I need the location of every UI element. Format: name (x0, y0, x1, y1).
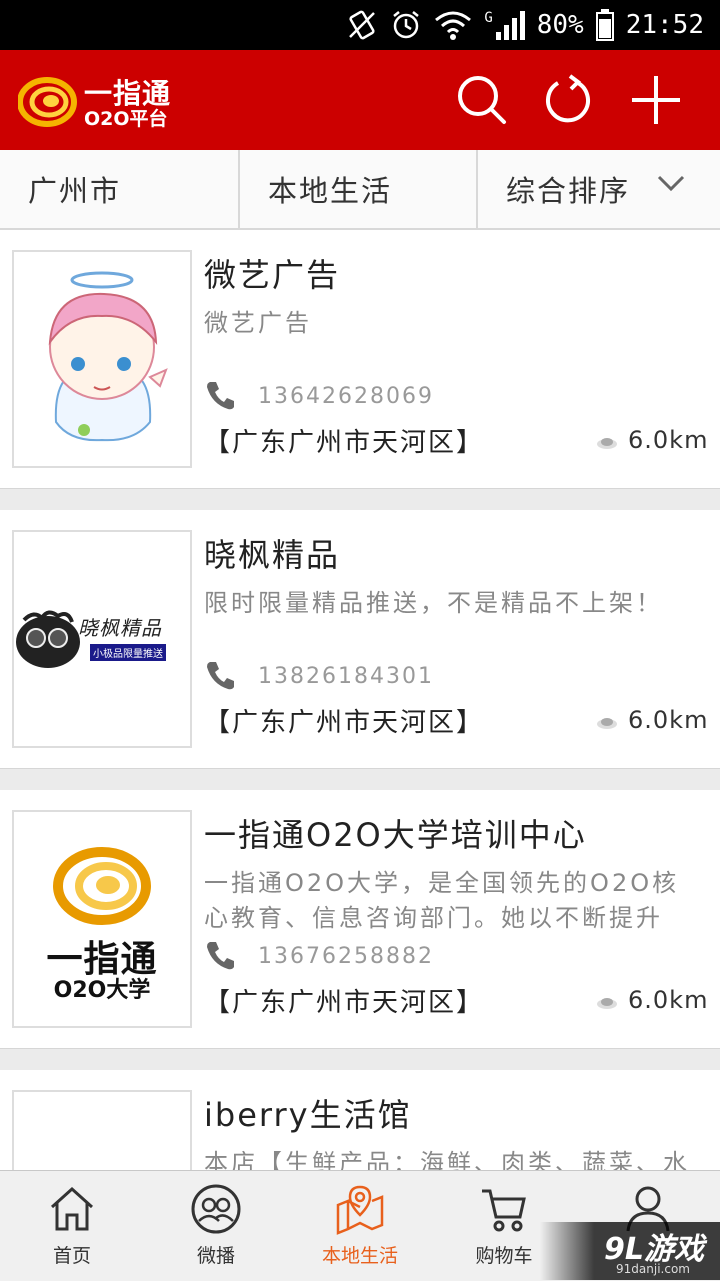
tab-weibo[interactable]: 微播 (144, 1171, 288, 1281)
shop-distance: 6.0km (628, 426, 709, 454)
shop-phone[interactable]: 13676258882 (258, 944, 434, 969)
network-type: G (484, 10, 493, 26)
location-icon (597, 718, 617, 729)
shop-address: 【广东广州市天河区】 (204, 428, 485, 458)
signal-icon (495, 11, 525, 40)
list-item[interactable]: 一指通 O2O大学 一指通O2O大学培训中心 一指通O2O大学，是全国领先的O2… (0, 790, 720, 1049)
filter-city[interactable]: 广州市 (0, 150, 240, 228)
list-item[interactable]: ❀ iberry生活馆 本店【生鲜产品：海鲜、肉类、蔬菜、水 (0, 1070, 720, 1214)
tab-weibo-label: 微播 (196, 1245, 235, 1267)
phone-icon[interactable] (204, 658, 238, 692)
tab-home[interactable]: 首页 (0, 1171, 144, 1281)
shop-thumbnail: 一指通 O2O大学 (12, 810, 192, 1028)
group-icon (191, 1184, 241, 1234)
shop-title: iberry生活馆 (204, 1096, 412, 1134)
angel-baby-image (48, 271, 168, 442)
thumb-banner: 晓枫精品 小极品限量推送 (14, 606, 190, 672)
thumb-brand-sub: 小极品限量推送 (90, 644, 166, 661)
status-bar: G 80% 21:52 (0, 0, 720, 50)
shop-title: 晓枫精品 (204, 536, 341, 574)
logo-swirl-icon (53, 847, 151, 925)
filter-bar: 广州市 本地生活 综合排序 (0, 150, 720, 230)
shop-title: 一指通O2O大学培训中心 (204, 816, 587, 854)
app-logo: 一指通 O2O平台 (18, 72, 188, 130)
logo-swirl-icon (18, 77, 77, 127)
watermark: 9L游戏 91danji.com (540, 1222, 720, 1280)
cart-icon (482, 1189, 526, 1232)
tab-local-life[interactable]: 本地生活 (288, 1171, 432, 1281)
vibrate-icon (349, 10, 376, 40)
wifi-icon (435, 11, 472, 40)
thumb-brand-sub: O2O大学 (53, 978, 151, 1003)
shop-description: 限时限量精品推送，不是精品不上架！ (204, 589, 663, 617)
filter-category-label: 本地生活 (268, 174, 393, 208)
battery-percent: 80% (536, 10, 584, 40)
filter-category[interactable]: 本地生活 (240, 150, 478, 228)
watermark-subtext: 91danji.com (616, 1262, 690, 1276)
thumb-brand-text: 晓枫精品 (78, 616, 162, 640)
filter-city-label: 广州市 (28, 174, 122, 208)
list-item[interactable]: 晓枫精品 小极品限量推送 晓枫精品 限时限量精品推送，不是精品不上架！ 1382… (0, 510, 720, 769)
phone-icon[interactable] (204, 378, 238, 412)
location-icon (597, 998, 617, 1009)
shop-phone[interactable]: 13642628069 (258, 384, 434, 409)
shop-description: 微艺广告 (204, 309, 312, 337)
phone-icon[interactable] (204, 938, 238, 972)
list-item[interactable]: 微艺广告 微艺广告 13642628069 【广东广州市天河区】 6.0km (0, 230, 720, 489)
search-icon[interactable] (454, 72, 510, 128)
shop-title: 微艺广告 (204, 256, 341, 294)
battery-icon (595, 9, 614, 41)
alarm-icon (393, 11, 420, 39)
sunglasses-face-image (16, 610, 80, 668)
filter-sort[interactable]: 综合排序 (478, 150, 720, 228)
home-icon (50, 1186, 94, 1231)
shop-description: 一指通O2O大学，是全国领先的O2O核心教育、信息咨询部门。她以不断提升O2O商… (204, 869, 680, 932)
shop-phone[interactable]: 13826184301 (258, 664, 434, 689)
clock: 21:52 (625, 10, 704, 40)
filter-sort-label: 综合排序 (506, 174, 631, 208)
map-pin-icon (336, 1185, 384, 1235)
shop-address: 【广东广州市天河区】 (204, 708, 485, 738)
app-bar: 一指通 O2O平台 (0, 50, 720, 150)
shop-distance: 6.0km (628, 986, 709, 1014)
refresh-icon[interactable] (540, 72, 596, 128)
tab-local-life-label: 本地生活 (321, 1245, 398, 1267)
chevron-down-icon (657, 175, 685, 192)
shop-thumbnail: 晓枫精品 小极品限量推送 (12, 530, 192, 748)
location-icon (597, 438, 617, 449)
add-icon[interactable] (628, 72, 684, 128)
shop-address: 【广东广州市天河区】 (204, 988, 485, 1018)
tab-home-label: 首页 (52, 1245, 91, 1267)
logo-subtext: O2O平台 (84, 108, 168, 130)
shop-thumbnail (12, 250, 192, 468)
shop-distance: 6.0km (628, 706, 709, 734)
